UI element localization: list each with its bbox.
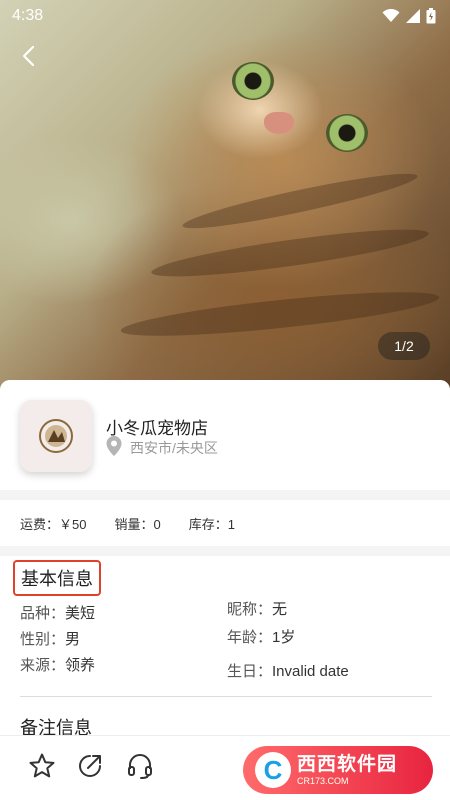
birthday-label: 生日：	[227, 663, 273, 680]
battery-icon	[426, 8, 436, 29]
status-time: 4:38	[12, 7, 44, 24]
fur-stripe	[180, 165, 420, 237]
share-button[interactable]	[74, 752, 106, 784]
cat-nose	[264, 112, 294, 134]
favorite-button[interactable]	[26, 752, 58, 784]
nickname-value: 无	[272, 601, 288, 618]
store-logo-icon	[39, 419, 73, 453]
age-label: 年龄：	[227, 629, 273, 646]
store-card[interactable]: 小冬瓜宠物店 西安市/未央区	[0, 380, 450, 490]
watermark-name: 西西软件园	[297, 753, 398, 775]
location-pin-icon	[106, 436, 122, 459]
pet-photo[interactable]	[0, 0, 450, 388]
section-divider	[20, 696, 432, 697]
source-field: 来源：领养	[20, 654, 95, 675]
breed-label: 品种：	[20, 605, 66, 622]
status-bar: 4:38	[0, 0, 450, 32]
watermark-url: CR173.COM	[297, 775, 349, 786]
store-location: 西安市/未央区	[106, 436, 218, 459]
age-field: 年龄：1岁	[227, 626, 295, 647]
location-text: 西安市/未央区	[130, 439, 218, 456]
source-label: 来源：	[20, 657, 66, 674]
image-counter: 1/2	[378, 332, 430, 360]
breed-field: 品种：美短	[20, 602, 95, 623]
wifi-icon	[382, 8, 400, 28]
gender-field: 性别：男	[20, 628, 80, 649]
signal-icon	[406, 9, 420, 28]
cat-eye	[232, 62, 274, 100]
gender-label: 性别：	[20, 631, 66, 648]
nickname-field: 昵称：无	[227, 598, 287, 619]
site-watermark: C 西西软件园 CR173.COM	[243, 746, 433, 794]
source-value: 领养	[65, 657, 96, 674]
sales-count: 销量：0	[114, 516, 161, 532]
back-button[interactable]	[10, 40, 46, 76]
age-value: 1岁	[272, 629, 296, 646]
shipping-fee: 运费：￥50	[20, 516, 87, 532]
cat-eye	[326, 114, 368, 152]
fur-stripe	[149, 220, 431, 286]
stats-row: 运费：￥50 销量：0 库存：1	[0, 500, 450, 546]
headset-icon	[126, 752, 154, 785]
basic-info-title: 基本信息	[13, 560, 101, 596]
birthday-field: 生日：Invalid date	[227, 660, 349, 681]
chevron-left-icon	[21, 45, 35, 72]
bottom-action-bar: C 西西软件园 CR173.COM	[0, 735, 450, 800]
birthday-value: Invalid date	[272, 663, 349, 680]
stock-count: 库存：1	[188, 516, 235, 532]
gender-value: 男	[65, 631, 81, 648]
breed-value: 美短	[65, 605, 96, 622]
star-icon	[28, 752, 56, 785]
customer-service-button[interactable]	[124, 752, 156, 784]
watermark-logo: C	[255, 752, 291, 788]
nickname-label: 昵称：	[227, 601, 273, 618]
store-logo	[20, 400, 92, 472]
share-icon	[76, 752, 104, 785]
